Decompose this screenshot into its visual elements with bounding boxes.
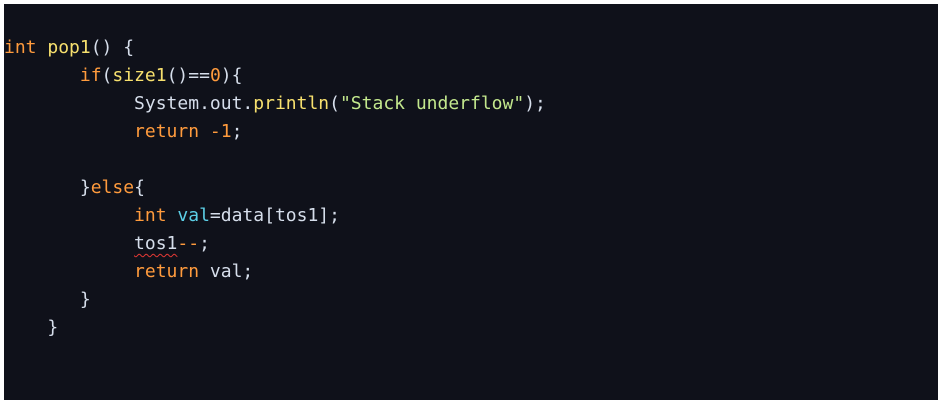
code-line-10: }: [79, 289, 91, 310]
code-line-9: return val;: [134, 261, 254, 282]
code-line-2: if(size1()==0){: [79, 65, 243, 86]
variable-name: val: [177, 205, 210, 226]
code-editor[interactable]: int pop1() { if(size1()==0){ System.out.…: [4, 4, 938, 400]
code-line-1: int pop1() {: [4, 34, 938, 62]
code-line-4: return -1;: [134, 121, 243, 142]
number-literal: 0: [209, 65, 221, 86]
keyword-return: return: [134, 261, 200, 282]
keyword-if: if: [79, 65, 102, 86]
code-punct: () {: [90, 37, 135, 58]
number-literal: -1: [199, 121, 232, 142]
keyword-int: int: [4, 37, 37, 58]
method-call: println: [253, 93, 330, 114]
code-line-11: }: [47, 317, 59, 338]
error-identifier: tos1: [134, 233, 178, 254]
code-line-8: tos1--;: [134, 233, 210, 254]
string-literal: "Stack underflow": [339, 93, 525, 114]
function-name: pop1: [47, 37, 91, 58]
code-line-6: }else{: [79, 177, 145, 198]
code-line-3: System.out.println("Stack underflow");: [134, 93, 546, 114]
function-call: size1: [112, 65, 167, 86]
operator: --: [177, 233, 200, 254]
object-ref: System.out.: [134, 93, 254, 114]
code-line-7: int val=data[tos1];: [134, 205, 340, 226]
keyword-int: int: [134, 205, 167, 226]
keyword-return: return: [134, 121, 200, 142]
keyword-else: else: [90, 177, 135, 198]
